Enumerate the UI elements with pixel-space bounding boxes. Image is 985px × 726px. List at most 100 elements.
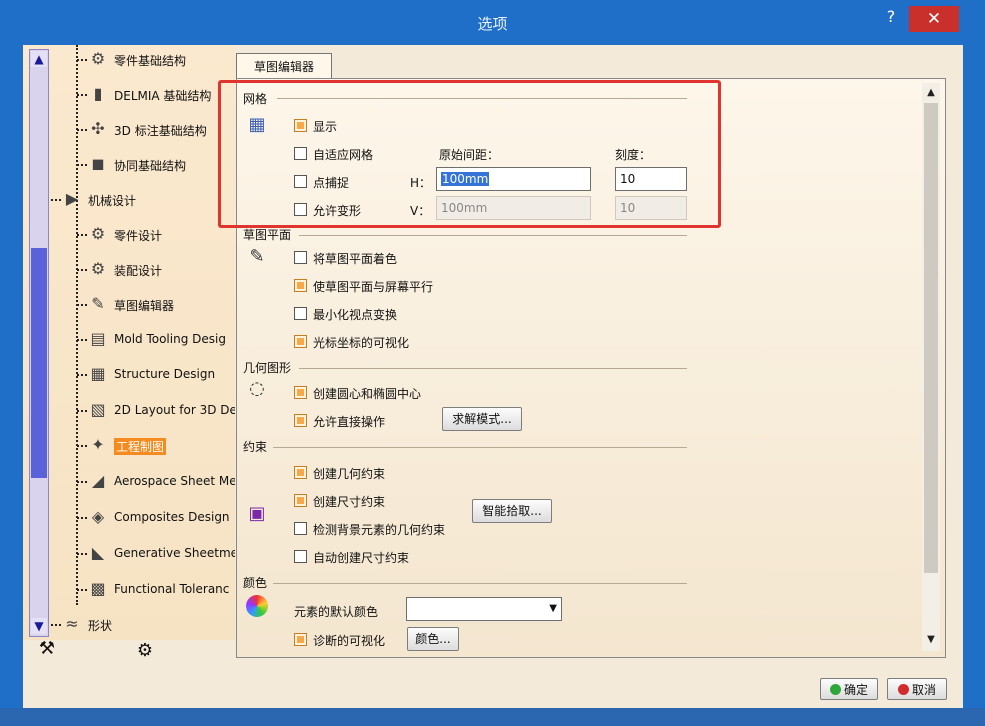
- checkbox[interactable]: [294, 633, 307, 646]
- geometry-icon: ◌: [249, 378, 265, 399]
- highlight-box: [218, 80, 721, 228]
- color-wheel-icon: [246, 595, 268, 617]
- options-dialog: 选项 ? ✕ ▲ ▼ ⚙ 零件基础结构 ▮ DELMIA 基础结构 ✣ 3D 标注基础结构…: [0, 0, 985, 726]
- scroll-down-icon[interactable]: ▼: [924, 633, 938, 647]
- tree-connector: [77, 410, 87, 412]
- layout-icon: ▧: [90, 400, 106, 419]
- tree-item-label: 草图编辑器: [114, 299, 175, 313]
- tree-item-label: 零件基础结构: [114, 54, 187, 68]
- tree-item-label: 2D Layout for 3D De: [114, 403, 235, 417]
- sketcher-icon: ✎: [91, 294, 105, 313]
- tree-item-label: Functional Toleranc: [114, 582, 230, 596]
- tree-connector: [77, 269, 87, 271]
- tree-connector: [77, 553, 87, 555]
- tree-connector: [77, 589, 87, 591]
- tree-connector: [51, 199, 61, 201]
- tree-connector: [77, 59, 87, 61]
- chevron-down-icon: ▼: [549, 603, 557, 614]
- annotation-icon: ✣: [91, 119, 105, 138]
- smart-pick-button[interactable]: 智能拾取...: [472, 499, 552, 523]
- checkbox[interactable]: [294, 550, 307, 563]
- close-button[interactable]: ✕: [909, 6, 959, 32]
- checkbox[interactable]: [294, 335, 307, 348]
- colors-section-title: 颜色: [243, 576, 268, 590]
- tree-scrollbar[interactable]: ▲ ▼: [29, 49, 49, 637]
- tree-connector: [77, 445, 87, 447]
- panel-scroll-thumb[interactable]: [924, 103, 938, 573]
- tree-connector: [77, 374, 87, 376]
- tree-scroll-thumb[interactable]: [31, 248, 47, 478]
- divider: [273, 447, 687, 448]
- mold-icon: ▤: [90, 329, 106, 348]
- composites-icon: ◈: [91, 507, 105, 526]
- scroll-down-icon[interactable]: ▼: [31, 618, 47, 634]
- tree-item-label: Composites Design: [114, 510, 230, 524]
- default-color-label: 元素的默认颜色: [294, 605, 379, 619]
- tab-strip: 草图编辑器: [236, 51, 946, 81]
- part-design-icon: ⚙: [90, 224, 106, 243]
- checkbox[interactable]: [294, 494, 307, 507]
- tree-item-label: 协同基础结构: [114, 159, 187, 173]
- checkbox[interactable]: [294, 307, 307, 320]
- tree-item-label: 零件设计: [114, 229, 163, 243]
- ok-button[interactable]: 确定: [820, 678, 878, 700]
- shape-icon: ≈: [65, 614, 79, 633]
- divider: [273, 583, 687, 584]
- tab-sketcher[interactable]: 草图编辑器: [236, 53, 332, 81]
- scroll-up-icon[interactable]: ▲: [924, 86, 938, 100]
- checkbox[interactable]: [294, 414, 307, 427]
- tree-connector: [77, 304, 87, 306]
- structure-icon: ▦: [90, 364, 106, 383]
- help-button[interactable]: ?: [878, 6, 904, 28]
- divider: [299, 368, 687, 369]
- tree-item-label: 形状: [88, 619, 113, 633]
- solve-mode-button[interactable]: 求解模式...: [442, 407, 522, 431]
- tree-connector: [77, 94, 87, 96]
- options-tree: ▲ ▼ ⚙ 零件基础结构 ▮ DELMIA 基础结构 ✣ 3D 标注基础结构 ◼ 协同基础结构…: [23, 45, 235, 640]
- title-bar[interactable]: 选项 ? ✕: [0, 0, 985, 44]
- aero-icon: ◢: [91, 471, 105, 490]
- tree-item-label: DELMIA 基础结构: [114, 89, 212, 103]
- options-tools-icon[interactable]: ⚙: [131, 637, 159, 665]
- constraint-icon: ▣: [248, 503, 266, 524]
- ok-icon: [829, 684, 841, 695]
- tolerance-icon: ▩: [90, 579, 106, 598]
- geometry-section-title: 几何图形: [243, 361, 292, 375]
- cancel-icon: [897, 684, 909, 695]
- tree-item-label: Structure Design: [114, 367, 216, 381]
- panel-scrollbar[interactable]: ▲ ▼: [922, 83, 940, 651]
- tree-connector: [77, 164, 87, 166]
- cancel-button[interactable]: 取消: [887, 678, 947, 700]
- taskbar-strip: [0, 708, 985, 726]
- default-color-select[interactable]: ▼: [406, 597, 562, 621]
- tree-connector: [77, 129, 87, 131]
- tree-connector: [77, 481, 87, 483]
- sketch-plane-icon: ✎: [249, 246, 265, 267]
- tree-item-label: Generative Sheetme: [114, 546, 235, 560]
- collab-icon: ◼: [91, 154, 105, 173]
- checkbox[interactable]: [294, 251, 307, 264]
- checkbox[interactable]: [294, 466, 307, 479]
- delmia-icon: ▮: [93, 84, 103, 103]
- color-button[interactable]: 颜色...: [407, 627, 459, 651]
- tree-item-label: Mold Tooling Desig: [114, 332, 226, 346]
- checkbox[interactable]: [294, 386, 307, 399]
- tree-connector: [77, 517, 87, 519]
- options-edit-icon[interactable]: ⚒: [33, 635, 61, 663]
- tree-item-label: Aerospace Sheet Me: [114, 474, 235, 488]
- plane-section-title: 草图平面: [243, 228, 292, 242]
- assembly-icon: ⚙: [90, 259, 106, 278]
- window-title: 选项: [477, 15, 508, 33]
- part-infra-icon: ⚙: [90, 49, 106, 68]
- tree-connector: [77, 339, 87, 341]
- drafting-icon: ✦: [91, 435, 105, 454]
- tree-item-label: 工程制图: [114, 438, 167, 455]
- scroll-up-icon[interactable]: ▲: [31, 51, 47, 67]
- mech-design-icon: ▶: [65, 189, 79, 208]
- checkbox[interactable]: [294, 279, 307, 292]
- gen-sheet-icon: ◣: [91, 543, 105, 562]
- tree-toolbar: ⚒ ⚙: [23, 635, 235, 705]
- tree-connector: [77, 234, 87, 236]
- constraint-section-title: 约束: [243, 440, 268, 454]
- checkbox[interactable]: [294, 522, 307, 535]
